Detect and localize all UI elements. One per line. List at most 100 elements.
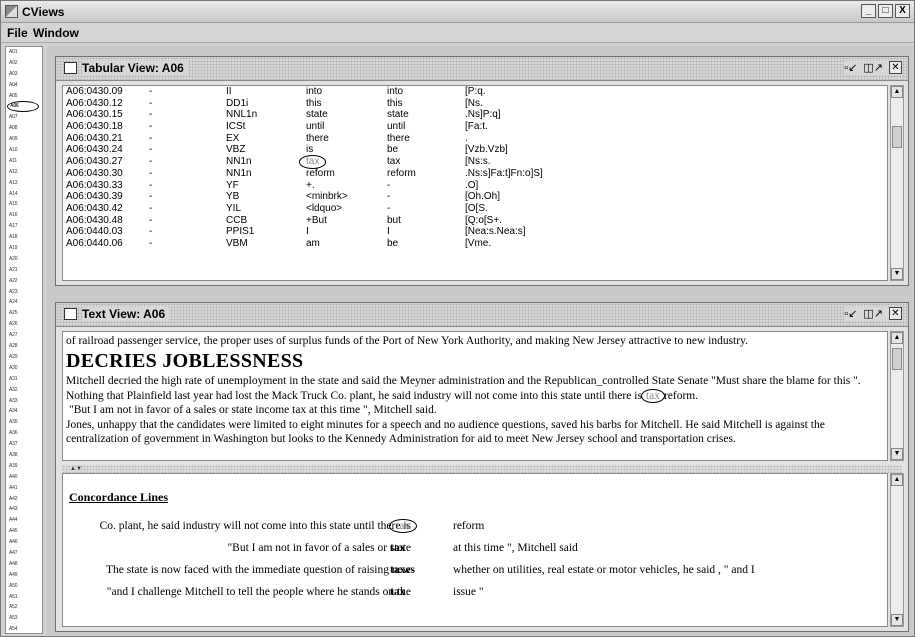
doc-list-item[interactable]: A51 [6, 592, 42, 603]
keyword-highlight[interactable]: tax [640, 388, 665, 403]
scroll-down-icon[interactable]: ▼ [891, 268, 903, 280]
concordance-scrollbar[interactable]: ▲ ▼ [890, 473, 904, 627]
doc-list-item[interactable]: A31 [6, 374, 42, 385]
table-row[interactable]: A06:0430.09 - II into into [P:q. [63, 86, 887, 98]
close-button[interactable]: X [895, 4, 910, 18]
doc-list-item[interactable]: A16 [6, 210, 42, 221]
doc-list-item[interactable]: A28 [6, 341, 42, 352]
doc-list-item[interactable]: A20 [6, 254, 42, 265]
doc-list-item[interactable]: A30 [6, 363, 42, 374]
doc-list-item[interactable]: A46 [6, 537, 42, 548]
table-row[interactable]: A06:0430.48 - CCB +But but [Q:o[S+. [63, 215, 887, 227]
table-row[interactable]: A06:0430.12 - DD1i this this [Ns. [63, 98, 887, 110]
text-content[interactable]: of railroad passenger service, the prope… [62, 331, 888, 461]
doc-list-item[interactable]: A18 [6, 232, 42, 243]
table-row[interactable]: A06:0440.06 - VBM am be [Vme. [63, 238, 887, 250]
doc-list-item[interactable]: A15 [6, 199, 42, 210]
scroll-up-icon[interactable]: ▲ [891, 474, 903, 486]
doc-list-item[interactable]: A38 [6, 450, 42, 461]
doc-list-item[interactable]: A17 [6, 221, 42, 232]
doc-list-item[interactable]: A43 [6, 504, 42, 515]
doc-list-item[interactable]: A29 [6, 352, 42, 363]
doc-list-item[interactable]: A32 [6, 385, 42, 396]
doc-list-item[interactable]: A39 [6, 461, 42, 472]
maximize-icon[interactable]: ◫↗ [863, 61, 883, 75]
doc-list-item[interactable]: A07 [6, 112, 42, 123]
text-scrollbar[interactable]: ▲ ▼ [890, 331, 904, 461]
table-row[interactable]: A06:0430.33 - YF +. - .O] [63, 180, 887, 192]
scroll-thumb[interactable] [892, 348, 902, 370]
doc-list-item[interactable]: A19 [6, 243, 42, 254]
concordance-line[interactable]: The state is now faced with the immediat… [63, 564, 887, 580]
iconify-icon[interactable]: ▫↙ [844, 307, 857, 321]
doc-list-item[interactable]: A34 [6, 406, 42, 417]
concordance-line[interactable]: "and I challenge Mitchell to tell the pe… [63, 586, 887, 602]
doc-list-item[interactable]: A48 [6, 559, 42, 570]
doc-list-item[interactable]: A36 [6, 428, 42, 439]
maximize-button[interactable]: □ [878, 4, 893, 18]
doc-list-item[interactable]: A52 [6, 602, 42, 613]
doc-list-item[interactable]: A08 [6, 123, 42, 134]
scroll-down-icon[interactable]: ▼ [891, 448, 903, 460]
scroll-up-icon[interactable]: ▲ [891, 86, 903, 98]
text-view-titlebar[interactable]: Text View: A06 ▫↙ ◫↗ ✕ [56, 303, 908, 327]
doc-list-item[interactable]: A41 [6, 483, 42, 494]
table-row[interactable]: A06:0430.30 - NN1n reform reform .Ns:s]Fa:t]F… [63, 168, 887, 180]
maximize-icon[interactable]: ◫↗ [863, 307, 883, 321]
doc-list-item[interactable]: A26 [6, 319, 42, 330]
doc-list-item[interactable]: A25 [6, 308, 42, 319]
doc-list-item[interactable]: A40 [6, 472, 42, 483]
menu-file[interactable]: File [7, 26, 28, 40]
scroll-up-icon[interactable]: ▲ [891, 332, 903, 344]
doc-list-item[interactable]: A33 [6, 396, 42, 407]
minimize-button[interactable]: _ [861, 4, 876, 18]
scroll-down-icon[interactable]: ▼ [891, 614, 903, 626]
table-row[interactable]: A06:0430.24 - VBZ is be [Vzb.Vzb] [63, 144, 887, 156]
table-row[interactable]: A06:0430.39 - YB <minbrk> - [Oh.Oh] [63, 191, 887, 203]
doc-list-item[interactable]: A06 [7, 101, 39, 113]
table-row[interactable]: A06:0440.03 - PPIS1 I I [Nea:s.Nea:s] [63, 226, 887, 238]
doc-list-item[interactable]: A47 [6, 548, 42, 559]
doc-list-item[interactable]: A45 [6, 526, 42, 537]
doc-list-item[interactable]: A44 [6, 515, 42, 526]
concordance-line[interactable]: Co. plant, he said industry will not com… [63, 519, 887, 536]
doc-list-item[interactable]: A13 [6, 178, 42, 189]
doc-list-item[interactable]: A03 [6, 69, 42, 80]
doc-list-item[interactable]: A04 [6, 80, 42, 91]
doc-list-item[interactable]: A49 [6, 570, 42, 581]
close-icon[interactable]: ✕ [889, 61, 902, 74]
doc-list-item[interactable]: A37 [6, 439, 42, 450]
document-list[interactable]: A01 A02 A03 A04 A05 A06 A07 A08 A09 A10 A11 A12 A13 A… [5, 46, 43, 634]
table-row[interactable]: A06:0430.15 - NNL1n state state .Ns]P:q] [63, 109, 887, 121]
table-row[interactable]: A06:0430.21 - EX there there. [63, 133, 887, 145]
concordance-line[interactable]: "But I am not in favor of a sales or sta… [63, 542, 887, 558]
table-row[interactable]: A06:0430.42 - YIL <ldquo> - [O[S. [63, 203, 887, 215]
table-row[interactable]: A06:0430.27 - NN1n tax tax [Ns:s. [63, 155, 887, 169]
doc-list-item[interactable]: A11 [6, 156, 42, 167]
iconify-icon[interactable]: ▫↙ [844, 61, 857, 75]
doc-list-item[interactable]: A02 [6, 58, 42, 69]
doc-list-item[interactable]: A53 [6, 613, 42, 624]
doc-list-item[interactable]: A24 [6, 297, 42, 308]
menu-window[interactable]: Window [33, 26, 79, 40]
close-icon[interactable]: ✕ [889, 307, 902, 320]
doc-list-item[interactable]: A42 [6, 494, 42, 505]
tabular-scrollbar[interactable]: ▲ ▼ [890, 85, 904, 281]
doc-list-item[interactable]: A05 [6, 91, 42, 102]
tabular-view-titlebar[interactable]: Tabular View: A06 ▫↙ ◫↗ ✕ [56, 57, 908, 81]
doc-list-item[interactable]: A21 [6, 265, 42, 276]
table-row[interactable]: A06:0430.18 - ICSt until until [Fa:t. [63, 121, 887, 133]
doc-list-item[interactable]: A14 [6, 189, 42, 200]
split-pane-divider[interactable]: ▲▼ [62, 465, 902, 473]
doc-list-item[interactable]: A35 [6, 417, 42, 428]
doc-list-item[interactable]: A27 [6, 330, 42, 341]
doc-list-item[interactable]: A22 [6, 276, 42, 287]
doc-list-item[interactable]: A23 [6, 287, 42, 298]
doc-list-item[interactable]: A01 [6, 47, 42, 58]
scroll-thumb[interactable] [892, 126, 902, 148]
doc-list-item[interactable]: A10 [6, 145, 42, 156]
doc-list-item[interactable]: A09 [6, 134, 42, 145]
doc-list-item[interactable]: A54 [6, 624, 42, 633]
doc-list-item[interactable]: A50 [6, 581, 42, 592]
doc-list-item[interactable]: A12 [6, 167, 42, 178]
